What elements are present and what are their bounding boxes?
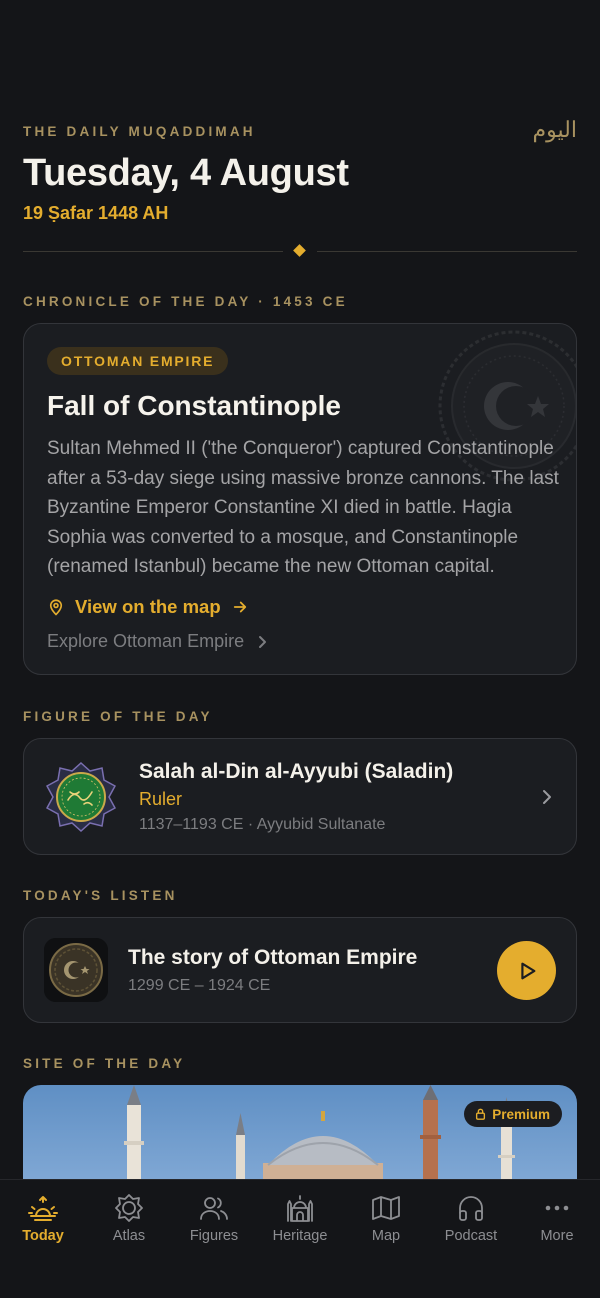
listen-card[interactable]: The story of Ottoman Empire 1299 CE – 19…: [23, 917, 577, 1023]
mosque-icon: [287, 1195, 313, 1222]
chronicle-body: Sultan Mehmed II ('the Conqueror') captu…: [47, 438, 559, 577]
section-figure-label: FIGURE OF THE DAY: [23, 709, 213, 724]
arrow-right-icon: [233, 601, 246, 613]
premium-badge[interactable]: Premium: [464, 1101, 562, 1127]
more-icon: [545, 1205, 569, 1211]
map-icon: [372, 1196, 400, 1220]
tab-figures[interactable]: Figures: [171, 1180, 257, 1260]
explore-empire-label: Explore Ottoman Empire: [47, 631, 245, 651]
tab-map[interactable]: Map: [343, 1180, 429, 1260]
sunrise-icon: [28, 1196, 58, 1221]
chronicle-title: Fall of Constantinople: [47, 390, 341, 421]
diamond-ornament: [293, 244, 306, 257]
chevron-right-icon: [259, 635, 267, 648]
podcast-title: The story of Ottoman Empire: [128, 946, 418, 969]
figure-avatar: [46, 762, 116, 832]
tab-heritage[interactable]: Heritage: [257, 1180, 343, 1260]
tab-more[interactable]: More: [514, 1180, 600, 1260]
tab-label: Today: [22, 1228, 64, 1244]
ottoman-coin-icon: [44, 938, 108, 1002]
compass-icon: [115, 1194, 143, 1222]
today-screen: THE DAILY MUQADDIMAH اليوم Tuesday, 4 Au…: [0, 0, 600, 1298]
users-icon: [200, 1197, 228, 1220]
figure-meta: 1137–1193 CE · Ayyubid Sultanate: [139, 816, 386, 833]
section-listen-label: TODAY'S LISTEN: [23, 888, 178, 903]
podcast-meta: 1299 CE – 1924 CE: [128, 977, 271, 994]
divider-left: [23, 251, 283, 252]
bottom-tab-bar: Today Atlas Figures Heritage Map Podcast…: [0, 1179, 600, 1298]
tab-label: Map: [371, 1228, 401, 1244]
map-pin-icon: [49, 599, 63, 616]
divider-right: [317, 251, 577, 252]
app-kicker: THE DAILY MUQADDIMAH: [23, 124, 256, 139]
chevron-right-icon: [543, 790, 551, 804]
play-button[interactable]: [497, 941, 556, 1000]
figure-role: Ruler: [139, 789, 183, 809]
hijri-date: 19 Ṣafar 1448 AH: [23, 203, 169, 223]
play-icon: [520, 962, 535, 979]
explore-empire-link[interactable]: Explore Ottoman Empire: [47, 631, 268, 652]
tab-label: More: [540, 1228, 574, 1244]
section-site-label: SITE OF THE DAY: [23, 1056, 186, 1071]
tab-label: Heritage: [272, 1228, 328, 1244]
tab-label: Figures: [189, 1228, 239, 1244]
headphones-icon: [459, 1196, 483, 1221]
tab-today[interactable]: Today: [0, 1180, 86, 1260]
arabic-today-label: اليوم: [532, 118, 577, 143]
figure-name: Salah al-Din al-Ayyubi (Saladin): [139, 760, 454, 783]
premium-label: Premium: [492, 1106, 550, 1122]
view-on-map-label: View on the map: [75, 596, 221, 617]
page-title: Tuesday, 4 August: [23, 152, 349, 194]
tab-podcast[interactable]: Podcast: [428, 1180, 514, 1260]
chronicle-card[interactable]: OTTOMAN EMPIRE Fall of Constantinople Su…: [23, 323, 577, 675]
tab-atlas[interactable]: Atlas: [86, 1180, 172, 1260]
lock-icon: [476, 1108, 486, 1120]
tab-label: Podcast: [444, 1228, 498, 1244]
podcast-thumbnail: [44, 938, 108, 1002]
section-chronicle-label: CHRONICLE OF THE DAY · 1453 CE: [23, 294, 348, 309]
view-on-map-link[interactable]: View on the map: [47, 596, 249, 618]
tab-label: Atlas: [112, 1228, 146, 1244]
figure-card[interactable]: Salah al-Din al-Ayyubi (Saladin) Ruler 1…: [23, 738, 577, 855]
empire-badge: OTTOMAN EMPIRE: [47, 347, 229, 375]
